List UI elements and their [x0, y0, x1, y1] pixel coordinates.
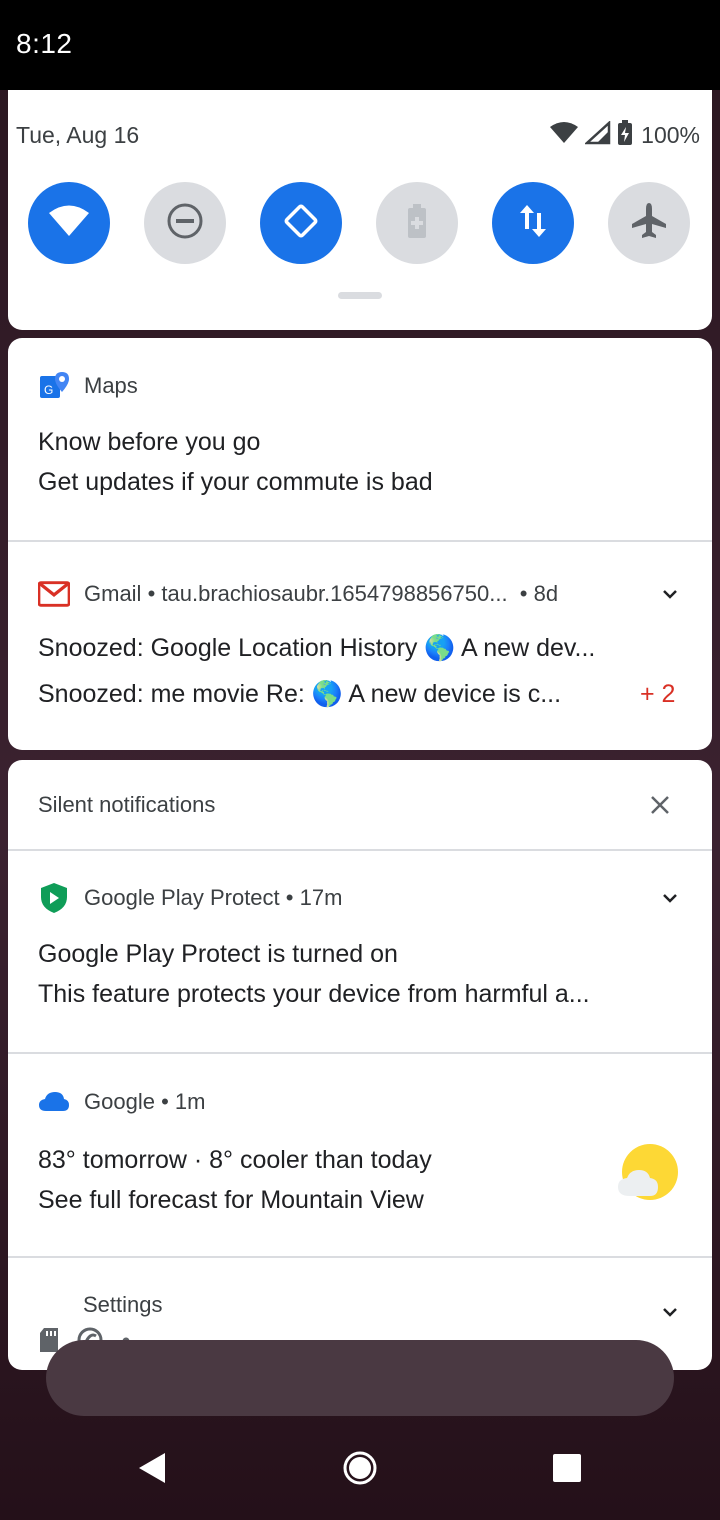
gmail-line-2: Snoozed: me movie Re: 🌎 A new device is …: [38, 680, 562, 708]
maps-title: Know before you go: [38, 428, 261, 456]
silent-section-title: Silent notifications: [38, 792, 216, 817]
sun-cloud-weather-icon: [616, 1144, 680, 1209]
wifi-tile[interactable]: [28, 182, 110, 264]
maps-app-name: Maps: [84, 373, 138, 398]
maps-app-icon: G: [38, 370, 70, 402]
settings-app-name: Settings: [83, 1292, 163, 1317]
settings-expand-chevron-icon[interactable]: [656, 1298, 684, 1326]
clear-silent-close-icon[interactable]: [642, 787, 678, 823]
notification-header: G Maps: [38, 366, 138, 406]
airplane-icon: [629, 201, 669, 246]
divider: [8, 1256, 712, 1258]
gmail-app-name: Gmail: [84, 581, 142, 606]
quick-settings-date[interactable]: Tue, Aug 16: [16, 122, 139, 149]
gmail-expand-chevron-icon[interactable]: [656, 580, 684, 608]
home-icon: [342, 1450, 378, 1491]
play-protect-age: 17m: [299, 885, 343, 910]
maps-notification[interactable]: G Maps Know before you go Get updates if…: [8, 366, 712, 542]
google-weather-notification[interactable]: Google • 1m 83° tomorrow · 8° cooler tha…: [8, 1082, 712, 1258]
settings-notification[interactable]: Settings: [8, 1280, 712, 1330]
play-protect-title: Google Play Protect is turned on: [38, 940, 398, 968]
cloud-icon: [38, 1086, 70, 1118]
quick-settings-panel: Tue, Aug 16 100%: [8, 90, 712, 330]
battery-charging-icon: [617, 119, 633, 151]
play-protect-expand-chevron-icon[interactable]: [656, 884, 684, 912]
weather-text: See full forecast for Mountain View: [38, 1186, 424, 1214]
play-protect-app-name: Google Play Protect: [84, 885, 280, 910]
status-bar: 8:12: [0, 0, 720, 90]
mobile-data-tile[interactable]: [492, 182, 574, 264]
silent-notifications-card: Silent notifications Google Play Protect…: [8, 760, 712, 1370]
divider: [8, 1052, 712, 1054]
panel-drag-handle[interactable]: [338, 292, 382, 299]
system-icons: 100%: [549, 118, 700, 152]
quick-settings-tiles: [28, 182, 692, 264]
auto-rotate-icon: [280, 200, 322, 247]
gmail-age: 8d: [533, 581, 559, 606]
airplane-mode-tile[interactable]: [608, 182, 690, 264]
alerting-notifications-card: G Maps Know before you go Get updates if…: [8, 338, 712, 750]
header-separator: •: [507, 581, 534, 606]
do-not-disturb-icon: [165, 201, 205, 246]
divider: [8, 849, 712, 851]
auto-rotate-tile[interactable]: [260, 182, 342, 264]
back-button[interactable]: [112, 1420, 192, 1520]
gmail-account: tau.brachiosaubr.1654798856750...: [161, 581, 508, 606]
data-arrows-icon: [518, 203, 548, 244]
google-app-name: Google: [84, 1089, 155, 1114]
recents-icon: [552, 1453, 582, 1488]
recents-button[interactable]: [527, 1420, 607, 1520]
header-separator: •: [141, 581, 162, 606]
battery-saver-icon: [406, 203, 428, 244]
divider: [8, 540, 712, 542]
notification-header: Gmail • tau.brachiosaubr.1654798856750..…: [38, 574, 638, 614]
wifi-signal-icon: [549, 121, 579, 150]
gmail-line-1: Snoozed: Google Location History 🌎 A new…: [38, 634, 596, 662]
cell-signal-icon: [583, 119, 611, 150]
play-protect-shield-icon: [38, 882, 70, 914]
gmail-notification[interactable]: Gmail • tau.brachiosaubr.1654798856750..…: [8, 574, 712, 750]
weather-title: 83° tomorrow · 8° cooler than today: [38, 1146, 432, 1174]
svg-text:G: G: [44, 383, 53, 397]
maps-text: Get updates if your commute is bad: [38, 468, 433, 496]
notification-header: Google Play Protect • 17m: [38, 878, 342, 918]
gmail-more-count: + 2: [640, 680, 676, 708]
do-not-disturb-tile[interactable]: [144, 182, 226, 264]
status-time: 8:12: [16, 28, 73, 59]
wifi-icon: [48, 204, 90, 243]
header-separator: •: [279, 885, 300, 910]
play-protect-text: This feature protects your device from h…: [38, 980, 590, 1008]
header-separator: •: [154, 1089, 175, 1114]
notification-header: Google • 1m: [38, 1082, 205, 1122]
gmail-app-icon: [38, 578, 70, 610]
google-age: 1m: [174, 1089, 206, 1114]
battery-saver-tile[interactable]: [376, 182, 458, 264]
home-button[interactable]: [320, 1420, 400, 1520]
navigation-bar: [0, 1420, 720, 1520]
battery-percent: 100%: [641, 121, 700, 148]
play-protect-notification[interactable]: Google Play Protect • 17m Google Play Pr…: [8, 878, 712, 1054]
home-search-bar: [46, 1340, 674, 1416]
back-icon: [137, 1451, 167, 1490]
